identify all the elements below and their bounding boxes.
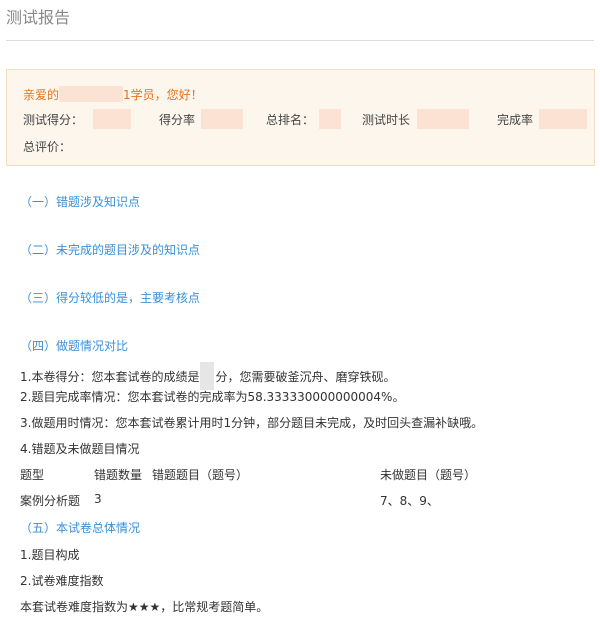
composition-line: 1.题目构成: [20, 548, 80, 562]
row-type: 案例分析题: [20, 494, 81, 508]
greeting-suffix: 1学员，您好！: [123, 88, 203, 102]
section-overview: （五）本试卷总体情况: [20, 521, 141, 535]
summary-box: 亲爱的 1学员，您好！ 测试得分： 得分率 总排名： 测试时长 完成率 总评价：: [6, 69, 595, 166]
score-line-suffix: 分，您需要破釜沉舟、磨穿铁砚。: [215, 370, 396, 384]
difficulty-line: 2.试卷难度指数: [20, 574, 104, 588]
section-low-score: （三）得分较低的是，主要考核点: [20, 291, 201, 305]
table-header-type: 题型: [20, 468, 45, 482]
time-line: 3.做题用时情况：您本套试卷累计用时1分钟，部分题目未完成，及时回头查漏补缺哦。: [20, 416, 484, 430]
overall-label: 总评价：: [23, 140, 72, 154]
score-line-prefix: 1.本卷得分：您本套试卷的成绩是: [20, 370, 200, 384]
section-wrong-knowledge: （一）错题涉及知识点: [20, 195, 141, 209]
completion-line: 2.题目完成率情况：您本套试卷的完成率为58.333330000000004%。: [20, 390, 405, 404]
stats-row: 测试得分： 得分率 总排名： 测试时长 完成率: [23, 109, 587, 131]
title-divider: [6, 40, 594, 41]
section-unfinished-knowledge: （二）未完成的题目涉及的知识点: [20, 243, 201, 257]
wrong-undone-line: 4.错题及未做题目情况: [20, 442, 140, 456]
page-title: 测试报告: [6, 8, 71, 27]
duration-value-mask: [417, 109, 469, 129]
rank-value-mask: [319, 109, 341, 129]
section-comparison: （四）做题情况对比: [20, 339, 129, 353]
table-header-wrong-items: 错题题目（题号）: [152, 468, 249, 482]
greeting-prefix: 亲爱的: [23, 88, 60, 102]
score-line: 1.本卷得分：您本套试卷的成绩是 分，您需要破釜沉舟、磨穿铁砚。: [20, 362, 395, 390]
student-name-mask: [59, 86, 124, 102]
completion-label: 完成率: [497, 113, 534, 127]
rate-value-mask: [201, 109, 243, 129]
greeting: 亲爱的 1学员，您好！: [23, 86, 203, 103]
completion-value-mask: [539, 109, 587, 129]
table-header-undone-items: 未做题目（题号）: [380, 468, 477, 482]
table-header-wrong-count: 错题数量: [94, 468, 143, 482]
score-label: 测试得分：: [23, 113, 84, 127]
score-mask: [200, 362, 215, 390]
difficulty-detail-line: 本套试卷难度指数为★★★，比常规考题简单。: [20, 600, 269, 614]
rank-label: 总排名：: [266, 113, 315, 127]
score-value-mask: [93, 109, 131, 129]
row-wrong-count: 3: [94, 492, 102, 506]
duration-label: 测试时长: [362, 113, 411, 127]
rate-label: 得分率: [159, 113, 196, 127]
row-undone-items: 7、8、9、: [380, 494, 439, 508]
